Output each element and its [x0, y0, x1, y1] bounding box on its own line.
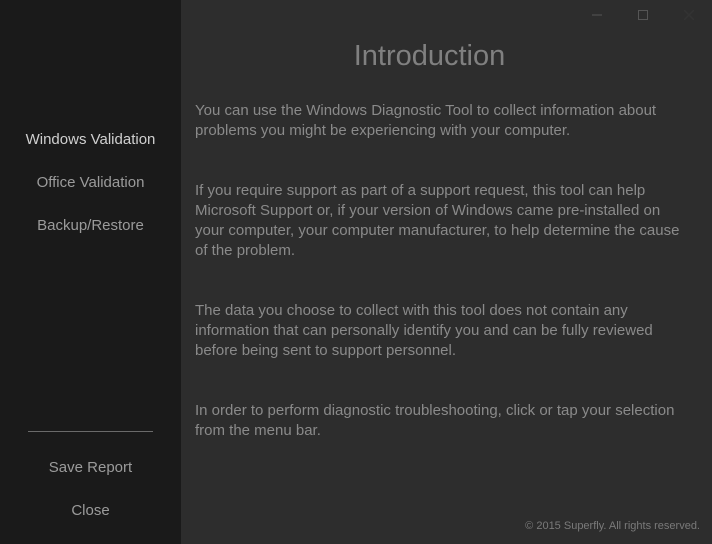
- intro-paragraph-4: In order to perform diagnostic troublesh…: [195, 401, 685, 441]
- close-button[interactable]: [666, 0, 712, 30]
- app-window: Windows Validation Office Validation Bac…: [0, 0, 712, 544]
- sidebar-item-windows-validation[interactable]: Windows Validation: [0, 118, 181, 161]
- sidebar-bottom: Save Report Close: [0, 431, 181, 544]
- sidebar-divider: [28, 431, 153, 432]
- sidebar-item-backup-restore[interactable]: Backup/Restore: [0, 204, 181, 247]
- page-title: Introduction: [165, 40, 694, 73]
- intro-paragraph-3: The data you choose to collect with this…: [195, 301, 685, 361]
- minimize-button[interactable]: [574, 0, 620, 30]
- intro-paragraph-2: If you require support as part of a supp…: [195, 181, 685, 261]
- sidebar-item-save-report[interactable]: Save Report: [0, 446, 181, 489]
- close-icon: [684, 10, 694, 20]
- minimize-icon: [592, 10, 602, 20]
- titlebar: [181, 0, 712, 30]
- main-panel: Introduction You can use the Windows Dia…: [181, 0, 712, 544]
- sidebar-item-office-validation[interactable]: Office Validation: [0, 161, 181, 204]
- sidebar: Windows Validation Office Validation Bac…: [0, 0, 181, 544]
- footer-copyright: © 2015 Superfly. All rights reserved.: [181, 520, 712, 544]
- maximize-icon: [638, 10, 648, 20]
- intro-paragraph-1: You can use the Windows Diagnostic Tool …: [195, 101, 685, 141]
- sidebar-item-close[interactable]: Close: [0, 489, 181, 532]
- content-area: Introduction You can use the Windows Dia…: [181, 30, 712, 520]
- maximize-button[interactable]: [620, 0, 666, 30]
